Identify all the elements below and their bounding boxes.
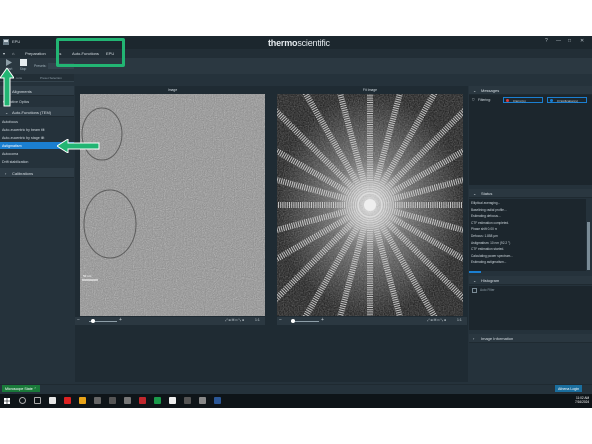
status-line: CTF estimation started. (471, 247, 505, 252)
window-title: EPU (12, 39, 21, 44)
status-line: Defocus: 1.858 µm (471, 233, 498, 238)
zoom-in-button[interactable]: + (321, 317, 324, 323)
task-view-icon[interactable] (34, 397, 41, 404)
scalebar-label: 50 nm (83, 274, 92, 278)
filtering-label: Filtering: (478, 98, 492, 102)
chevron-down-icon: ⌄ (473, 88, 477, 93)
status-log: Elliptical averaging... Baselining radia… (469, 199, 586, 271)
taskbar-app-icon[interactable] (94, 397, 101, 404)
status-line: Estimating astigmatism... (471, 260, 507, 265)
status-header[interactable]: ⌄ Status (469, 189, 592, 198)
micrograph-image[interactable]: 50 nm (80, 94, 265, 316)
status-line: Phase shift 0.00 π (471, 227, 497, 232)
chevron-right-icon: › (473, 336, 475, 341)
brand-logo: thermoscientific (268, 38, 330, 48)
dropdown-icon[interactable]: ▾ (3, 51, 5, 56)
zoom-slider[interactable] (291, 320, 319, 322)
taskbar-app-icon[interactable] (124, 397, 131, 404)
help-button[interactable]: ? (545, 38, 548, 44)
sidebar-item-drift[interactable]: Drift stabilization (0, 158, 74, 165)
windows-taskbar: 11:02 AM 7/16/2024 (0, 394, 592, 408)
zoom-in-button[interactable]: + (119, 317, 122, 323)
stop-icon (19, 59, 27, 66)
taskbar-app-icon[interactable] (184, 397, 191, 404)
status-progress (469, 271, 481, 273)
status-line: Baselining radial profile... (471, 207, 507, 212)
taskbar-app-icon[interactable] (49, 397, 56, 404)
messages-box: ⛉ Filtering: 0 Error(s) 0 Notification(s… (469, 95, 592, 185)
power-spectrum (277, 94, 463, 316)
stop-button[interactable]: Stop (16, 58, 30, 74)
notifications-filter-button[interactable]: 0 Notification(s) (547, 97, 587, 103)
error-icon (506, 99, 509, 102)
filter-icon: ⛉ (472, 98, 475, 102)
histogram-header[interactable]: ⌄ Histogram (469, 276, 592, 285)
messages-header[interactable]: ⌄ Messages (469, 86, 592, 95)
section-calibrations[interactable]: › Calibrations (0, 168, 74, 178)
sidebar: ›Alignments Objective Optics ⌄Auto-Funct… (0, 82, 74, 382)
status-bar (0, 384, 592, 394)
annotation-arrow-left (57, 139, 100, 153)
annotation-arrow-up (0, 68, 14, 107)
fft-image[interactable] (277, 94, 463, 316)
chevron-down-icon: ⌄ (473, 191, 477, 196)
athena-login-button[interactable]: Athena Login (555, 385, 583, 392)
menu-preparation[interactable]: Preparation (25, 51, 46, 56)
clock[interactable]: 11:02 AM 7/16/2024 (575, 396, 589, 404)
chevron-down-icon: ⌄ (5, 110, 9, 115)
minimize-button[interactable]: — (556, 38, 561, 44)
info-icon (550, 99, 553, 102)
epu-taskbar-icon[interactable] (214, 397, 221, 404)
tab-preset-selection[interactable]: Preset Selection (40, 76, 62, 80)
image-zoom-controls: − + ⤢ ⊞ ▣ ⊡ ⤡ ⊞ 1:1 (75, 317, 265, 325)
taskbar-app-icon[interactable] (109, 397, 116, 404)
sidebar-item-eucentric-beam[interactable]: Auto-eucentric by beam tilt (0, 126, 74, 133)
taskbar-app-icon[interactable] (139, 397, 146, 404)
close-button[interactable]: ✕ (580, 38, 584, 44)
play-icon (6, 59, 12, 66)
status-line: Astigmatism: 10 nm (92.2 °) (471, 240, 511, 245)
section-auto-functions[interactable]: ⌄ Auto-Functions (TEM) (0, 107, 74, 117)
presets-label: Presets: (34, 64, 47, 68)
status-line: Elliptical averaging... (471, 201, 501, 205)
maximize-button[interactable]: □ (568, 38, 571, 44)
epu-window: EPU thermoscientific ? — □ ✕ ▾ ⌂ Prepara… (0, 36, 592, 406)
status-line: CTF estimation completed. (471, 220, 510, 225)
zoom-slider-thumb[interactable] (291, 318, 295, 323)
zoom-slider-thumb[interactable] (91, 318, 95, 323)
chevron-down-icon: ⌄ (473, 278, 477, 283)
taskbar-app-icon[interactable] (154, 397, 161, 404)
chevron-right-icon: › (5, 171, 7, 176)
search-icon[interactable] (19, 397, 26, 404)
histogram-area: Auto Filter (469, 286, 592, 330)
fit-icons[interactable]: ⤢ ⊞ ▣ ⊡ ⤡ ⊞ (225, 318, 244, 322)
chevron-up-icon: ⌃ (33, 386, 37, 391)
microscope-state-button[interactable]: Microscope State ⌃ (2, 385, 40, 392)
errors-filter-button[interactable]: 0 Error(s) (503, 97, 543, 103)
image-info-header[interactable]: › Image Information (469, 334, 592, 343)
taskbar-app-icon[interactable] (64, 397, 71, 404)
annotation-highlight-box (56, 38, 125, 67)
windows-start-icon[interactable] (4, 398, 10, 404)
status-scrollbar[interactable] (587, 222, 590, 270)
status-line: Estimating defocus... (471, 214, 501, 219)
micrograph-texture (80, 94, 265, 316)
zoom-out-button[interactable]: − (77, 317, 80, 323)
app-icon (3, 39, 9, 45)
fft-zoom-controls: − + ⤢ ⊞ ▣ ⊡ ⤡ ⊞ 1:1 (277, 317, 467, 325)
home-icon[interactable]: ⌂ (12, 51, 14, 56)
zoom-out-button[interactable]: − (279, 317, 282, 323)
tab-functions[interactable]: ...ions (14, 76, 22, 80)
taskbar-app-icon[interactable] (169, 397, 176, 404)
folder-icon[interactable] (79, 397, 86, 404)
status-line: Calculating power spectrum... (471, 253, 513, 258)
fit-icons[interactable]: ⤢ ⊞ ▣ ⊡ ⤡ ⊞ (427, 318, 446, 322)
auto-filter-label: Auto Filter (480, 288, 495, 292)
taskbar-app-icon[interactable] (199, 397, 206, 404)
sidebar-item-autofocus[interactable]: Autofocus (0, 118, 74, 125)
one-to-one-button[interactable]: 1:1 (255, 318, 260, 322)
auto-filter-checkbox[interactable] (472, 288, 477, 293)
one-to-one-button[interactable]: 1:1 (457, 318, 462, 322)
